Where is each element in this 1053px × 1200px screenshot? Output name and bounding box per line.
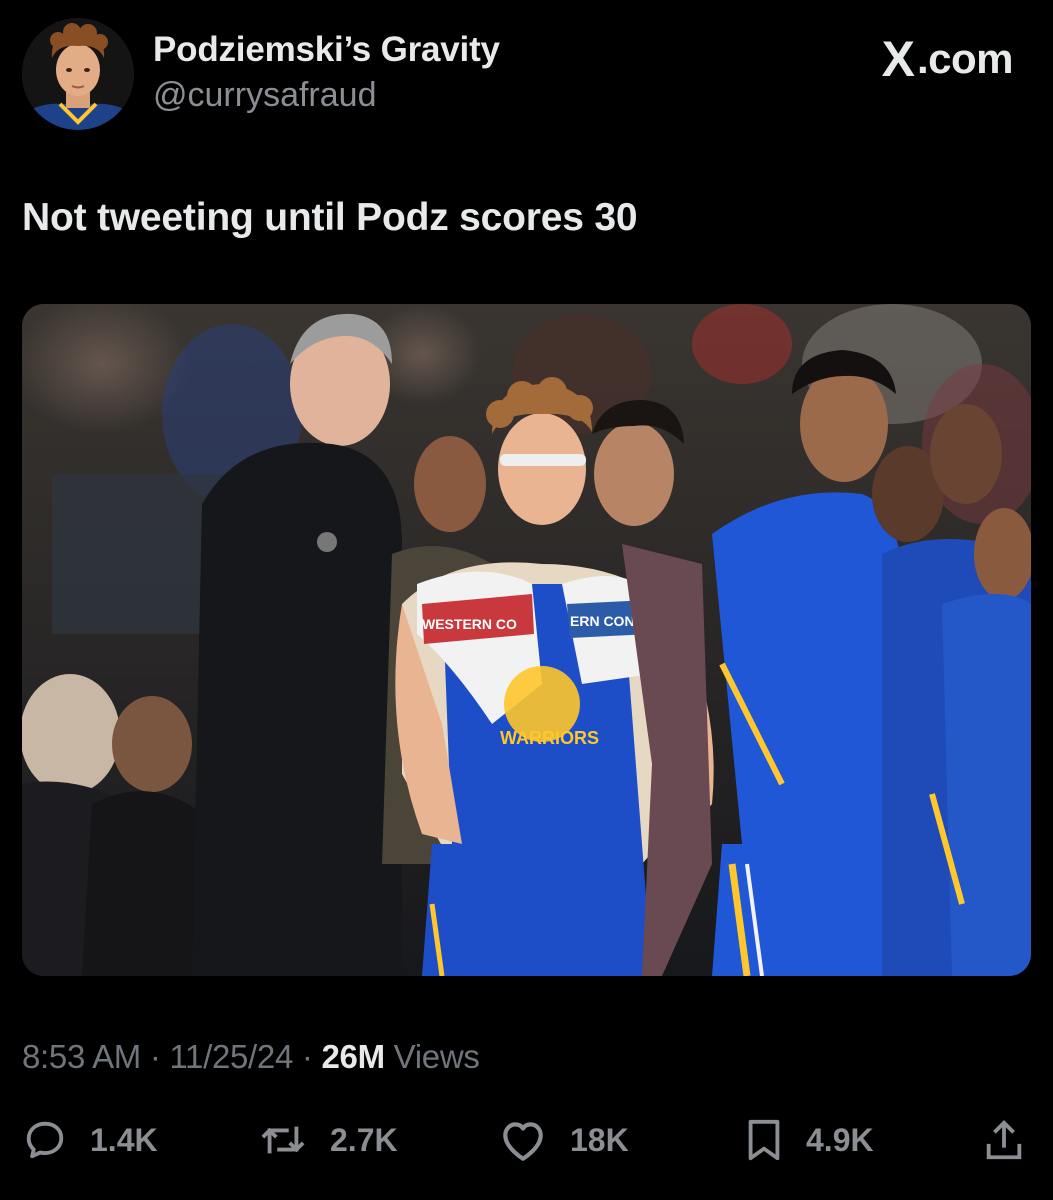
- heart-icon: [503, 1122, 543, 1161]
- reply-count: 1.4K: [90, 1121, 158, 1158]
- tweet-text: Not tweeting until Podz scores 30: [22, 196, 638, 239]
- like-button[interactable]: 18K: [498, 1112, 629, 1168]
- views-label: Views: [384, 1038, 480, 1075]
- share-icon: [986, 1120, 1022, 1160]
- tweet-meta: 8:53 AM · 11/25/24 · 26M Views: [22, 1038, 480, 1076]
- like-count: 18K: [570, 1121, 629, 1158]
- author-handle[interactable]: @currysafraud: [153, 76, 376, 115]
- basketball-bench-photo: WARRIORS WESTERN CO ERN CONFE: [22, 304, 1031, 976]
- jersey-text: WARRIORS: [500, 728, 599, 748]
- repost-icon: [261, 1126, 305, 1154]
- repost-button[interactable]: 2.7K: [258, 1112, 398, 1168]
- action-bar: 1.4K 2.7K 18K 4.9K: [22, 1112, 1031, 1168]
- bookmark-icon: [748, 1119, 780, 1161]
- repost-count: 2.7K: [330, 1121, 398, 1158]
- bookmark-count: 4.9K: [806, 1121, 874, 1158]
- reply-button[interactable]: 1.4K: [22, 1112, 158, 1168]
- x-domain-text: .com: [916, 35, 1014, 82]
- tweet-photo[interactable]: WARRIORS WESTERN CO ERN CONFE: [22, 304, 1031, 976]
- author-avatar[interactable]: [22, 18, 134, 130]
- author-display-name[interactable]: Podziemski’s Gravity: [153, 30, 500, 70]
- tweet-date[interactable]: 11/25/24: [169, 1038, 293, 1075]
- towel-text-left: WESTERN CO: [422, 616, 517, 632]
- share-button[interactable]: [984, 1112, 1046, 1168]
- views-count: 26M: [321, 1038, 385, 1075]
- meta-separator: ·: [293, 1038, 322, 1075]
- x-logo: X .com: [881, 31, 1014, 87]
- bookmark-button[interactable]: 4.9K: [744, 1112, 874, 1168]
- meta-separator: ·: [140, 1038, 170, 1075]
- reply-icon: [26, 1121, 64, 1159]
- tweet-time[interactable]: 8:53 AM: [22, 1038, 141, 1075]
- x-logo-icon: X: [881, 31, 915, 87]
- avatar-photo: [22, 18, 134, 130]
